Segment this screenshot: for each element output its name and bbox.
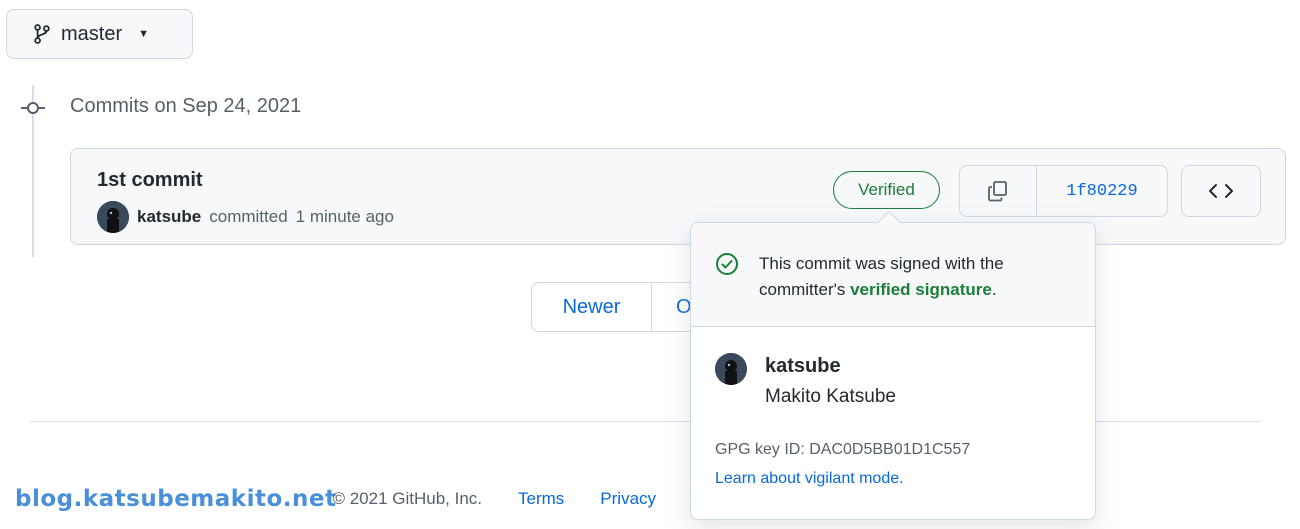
- newer-button[interactable]: Newer: [532, 283, 652, 331]
- signed-message: This commit was signed with the committe…: [759, 251, 1079, 303]
- git-branch-icon: [34, 24, 50, 44]
- branch-name: master: [61, 22, 123, 45]
- footer-copyright: © 2021 GitHub, Inc.: [332, 489, 483, 508]
- commit-action: committed: [209, 207, 288, 226]
- caret-down-icon: ▼: [138, 28, 150, 40]
- commit-time: 1 minute ago: [295, 207, 394, 226]
- commits-date-heading: Commits on Sep 24, 2021: [70, 95, 302, 117]
- verified-signature-link[interactable]: verified signature: [850, 280, 992, 299]
- branch-selector-button[interactable]: master ▼: [6, 9, 193, 59]
- popover-header: This commit was signed with the committe…: [691, 223, 1095, 327]
- signer-full-name: Makito Katsube: [765, 386, 896, 407]
- git-commit-icon: [21, 102, 45, 114]
- footer-link-terms[interactable]: Terms: [518, 489, 564, 509]
- commit-row: 1st commit katsube committed 1 minute ag…: [70, 148, 1286, 245]
- footer: blog.katsubemakito.net © 2021 GitHub, In…: [15, 486, 656, 512]
- gpg-key-id: GPG key ID: DAC0D5BB01D1C557: [715, 441, 970, 459]
- commit-author-link[interactable]: katsube: [137, 207, 201, 227]
- avatar[interactable]: [97, 201, 129, 233]
- signer-login-link[interactable]: katsube: [765, 355, 841, 378]
- copy-sha-button[interactable]: [960, 166, 1037, 216]
- gpg-key-label: GPG key ID:: [715, 441, 810, 458]
- verified-badge[interactable]: Verified: [833, 171, 940, 209]
- vigilant-mode-link[interactable]: Learn about vigilant mode.: [715, 470, 904, 488]
- commit-meta: katsube committed 1 minute ago: [97, 201, 394, 233]
- gpg-key-value: DAC0D5BB01D1C557: [809, 441, 971, 458]
- signature-popover: This commit was signed with the committe…: [690, 210, 1096, 520]
- commit-title-link[interactable]: 1st commit: [97, 169, 203, 192]
- signed-message-suffix: .: [991, 280, 997, 299]
- footer-link-privacy[interactable]: Privacy: [600, 489, 656, 509]
- sha-button-group: 1f80229: [959, 165, 1168, 217]
- commit-sha-link[interactable]: 1f80229: [1037, 166, 1167, 216]
- signer-avatar[interactable]: [715, 353, 747, 385]
- copy-icon: [988, 181, 1007, 202]
- code-icon: [1209, 184, 1233, 198]
- browse-code-button[interactable]: [1181, 165, 1261, 217]
- watermark: blog.katsubemakito.net: [15, 486, 337, 512]
- check-circle-icon: [716, 253, 738, 275]
